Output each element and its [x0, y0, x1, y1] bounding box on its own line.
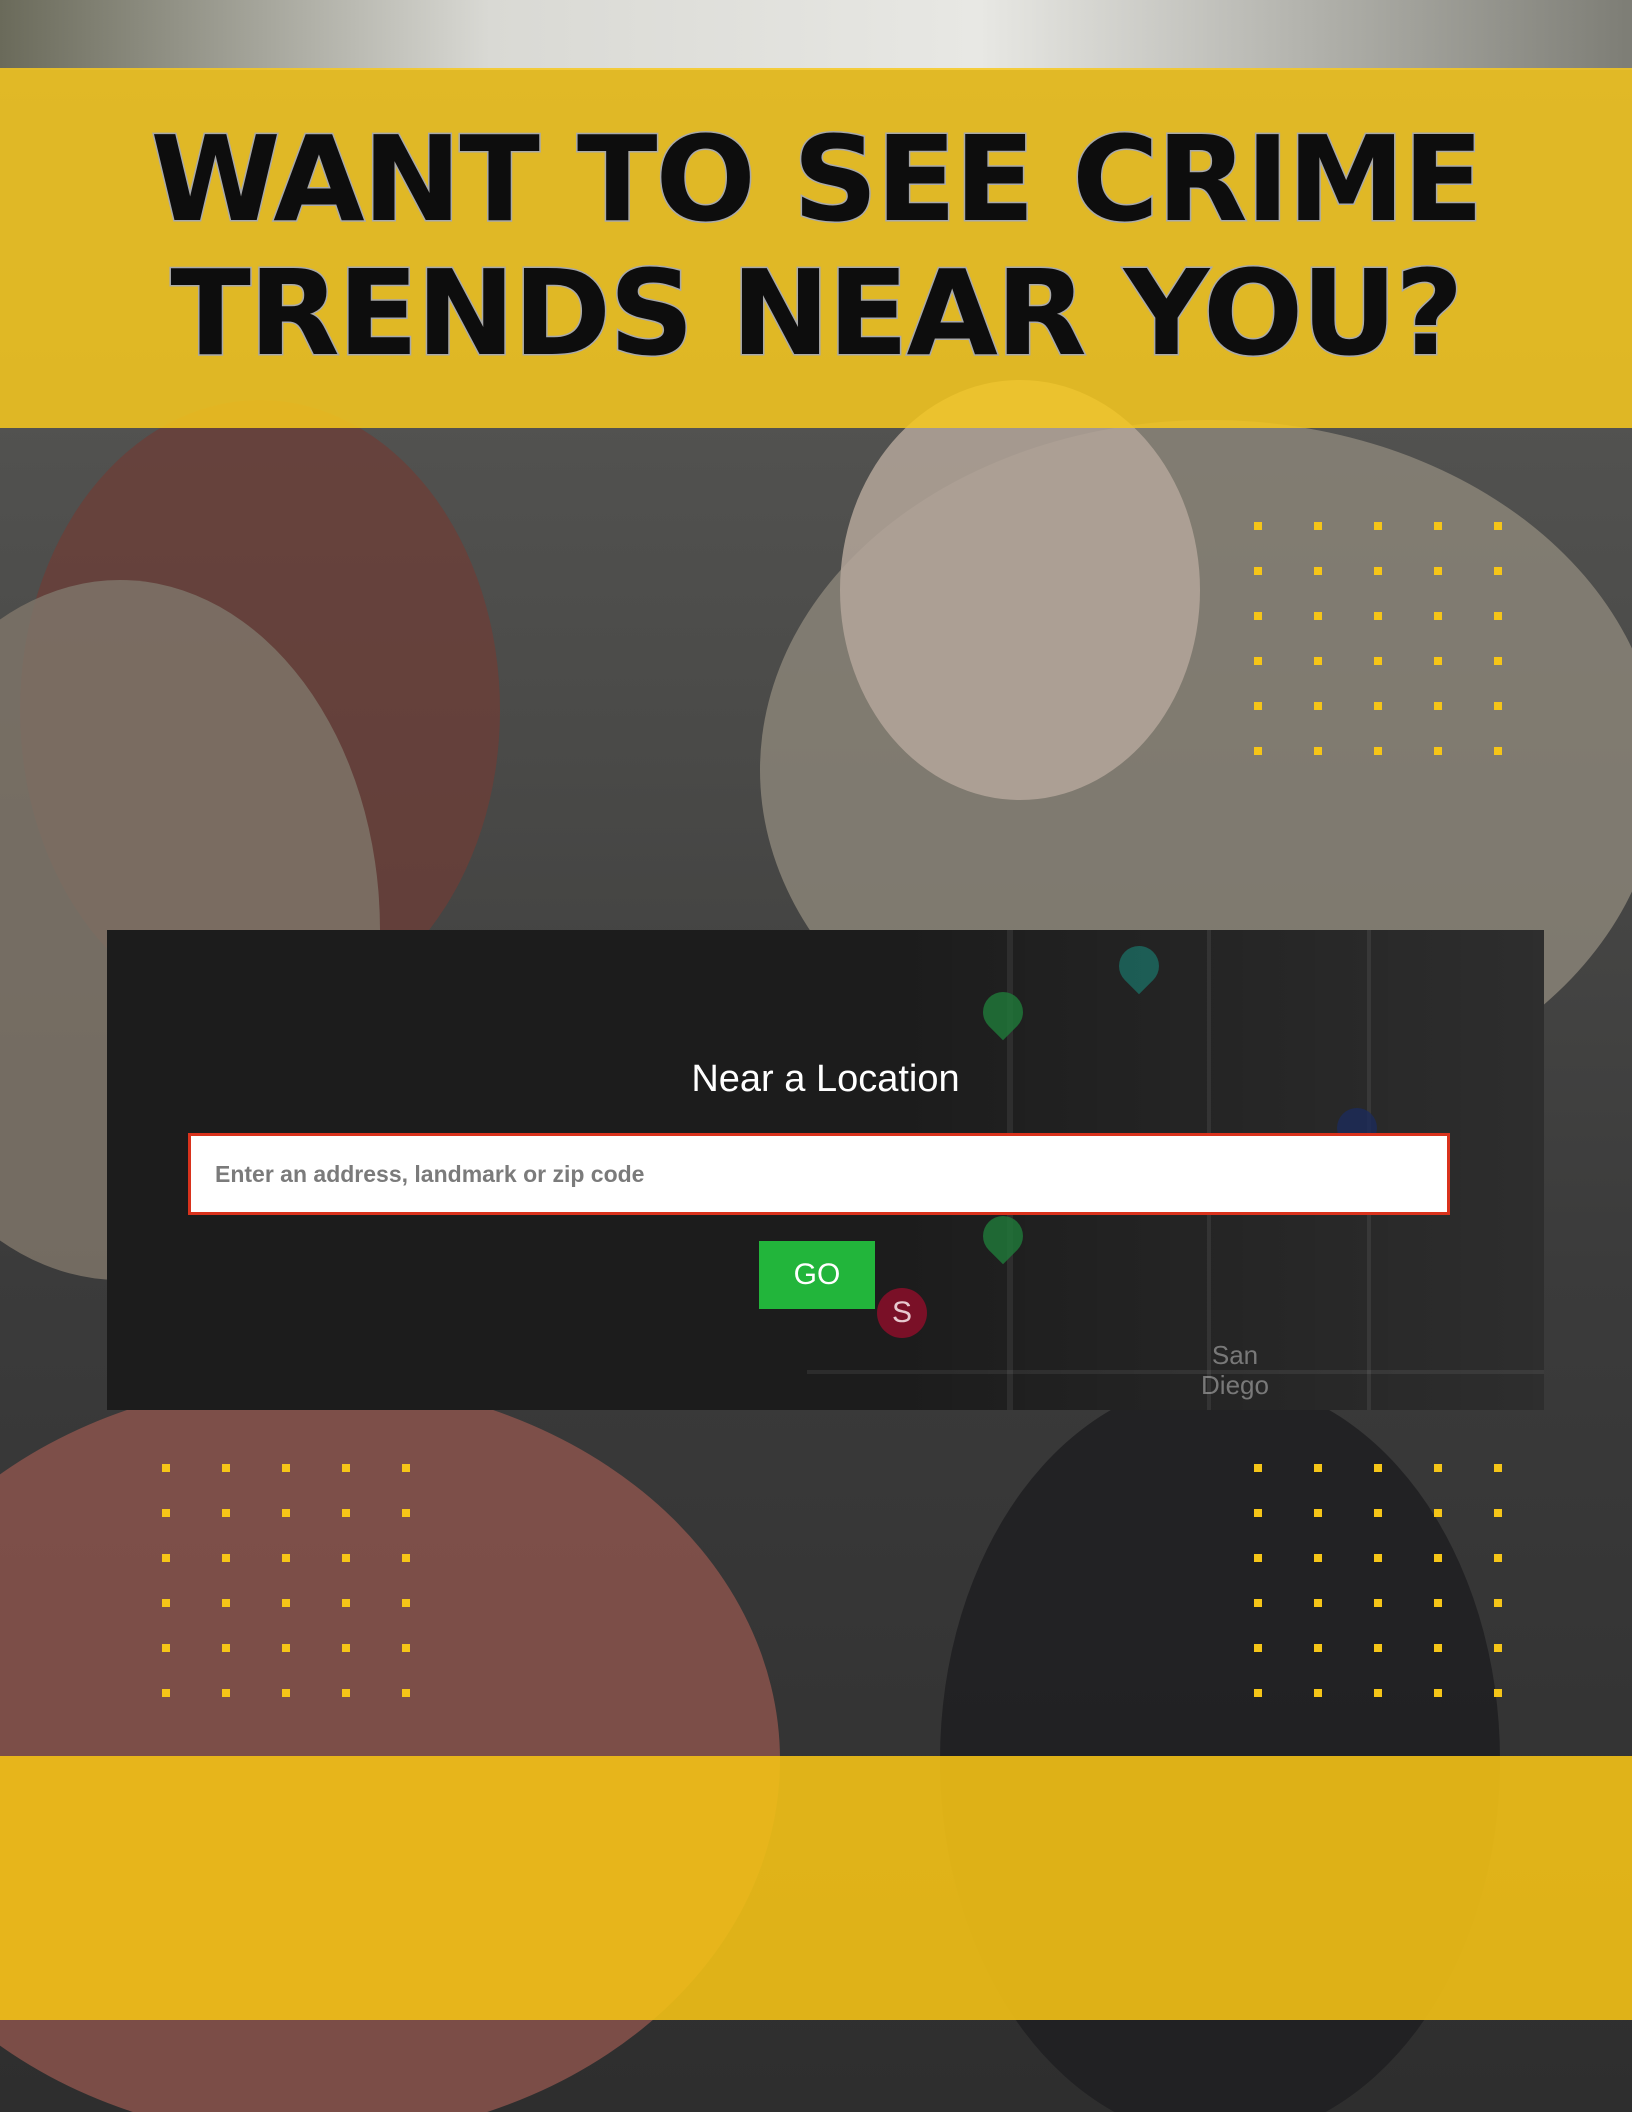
photo-shape-officer-face [840, 380, 1200, 800]
bottom-banner [0, 1756, 1632, 2020]
location-search-panel: S San Diego Near a Location GO [107, 930, 1544, 1410]
map-city-label-line-1: San [1211, 1340, 1259, 1370]
go-button[interactable]: GO [759, 1241, 875, 1309]
decorative-dot-grid-top-right [1254, 522, 1502, 755]
map-pin-icon [974, 983, 1032, 1041]
map-pin-icon [974, 1207, 1032, 1265]
map-pin-s-icon: S [877, 1288, 927, 1338]
decorative-dot-grid-bottom-left [162, 1464, 410, 1697]
page-title: WANT TO SEE CRIME TRENDS NEAR YOU? [0, 110, 1632, 382]
background-sky [0, 0, 1632, 70]
map-city-label: San Diego [1175, 1340, 1295, 1400]
near-location-title: Near a Location [691, 1058, 960, 1100]
headline-line-1: WANT TO SEE CRIME [149, 110, 1485, 248]
decorative-dot-grid-bottom-right [1254, 1464, 1502, 1697]
location-search-input[interactable] [188, 1133, 1450, 1215]
map-city-label-line-2: Diego [1201, 1370, 1269, 1400]
headline-line-2: TRENDS NEAR YOU? [169, 244, 1465, 382]
map-pin-icon [1110, 937, 1168, 995]
